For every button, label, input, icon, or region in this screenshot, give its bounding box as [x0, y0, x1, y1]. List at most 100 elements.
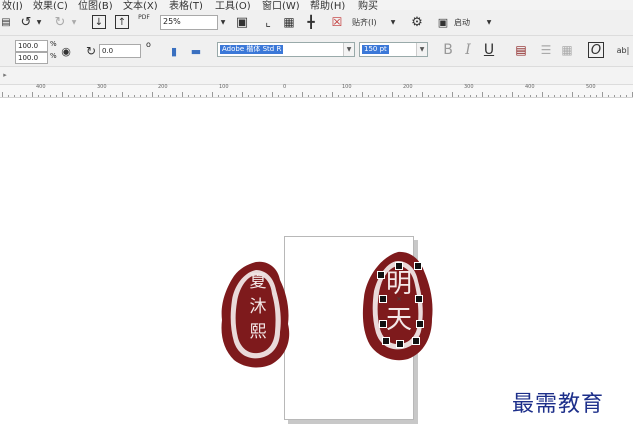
undo-dropdown-icon[interactable]: ▼: [35, 17, 43, 27]
mirror-horizontal-icon[interactable]: ▮: [167, 44, 181, 58]
bold-button[interactable]: B: [441, 42, 455, 58]
selection-handle-mid-right[interactable]: [416, 320, 424, 328]
menu-item-table[interactable]: 表格(T): [169, 0, 203, 10]
ruler-tick: [440, 95, 441, 97]
publish-pdf-icon[interactable]: PDF: [136, 14, 152, 30]
ruler-tick: [278, 95, 279, 97]
opentype-icon[interactable]: O: [588, 42, 604, 58]
ruler-tick: [320, 95, 321, 97]
show-grid-icon[interactable]: ▦: [282, 15, 296, 29]
menu-item-help[interactable]: 帮助(H): [310, 0, 345, 10]
ruler-tick: [410, 95, 411, 97]
zoom-level-field[interactable]: 25%: [160, 15, 218, 30]
ruler-tick: [80, 95, 81, 97]
selection-center-icon[interactable]: ×: [396, 296, 402, 303]
undo-icon[interactable]: ↺: [18, 15, 34, 30]
launch-dropdown-icon[interactable]: ▼: [485, 18, 493, 27]
ruler-label: 200: [158, 84, 168, 90]
open-icon[interactable]: ▤: [1, 16, 11, 28]
ruler-tick: [200, 95, 201, 97]
menu-item-buy[interactable]: 购买: [358, 0, 378, 10]
mirror-vertical-icon[interactable]: ▬: [189, 44, 203, 58]
ruler-tick: [164, 95, 165, 97]
scale-width-value: 100.0: [18, 42, 39, 50]
ruler-tick: [272, 92, 273, 97]
rotation-angle-field[interactable]: 0.0: [99, 44, 141, 58]
launch-button[interactable]: 启动: [454, 16, 484, 29]
selection-handle-bottom[interactable]: [396, 340, 404, 348]
full-screen-icon[interactable]: ▣: [235, 15, 249, 30]
ruler-label: 400: [36, 84, 46, 90]
redo-dropdown-icon[interactable]: ▼: [70, 17, 78, 27]
selection-handle-left[interactable]: [379, 295, 387, 303]
scale-height-field[interactable]: 100.0: [15, 52, 48, 64]
ruler-tick: [290, 95, 291, 97]
ruler-tick: [188, 95, 189, 97]
snap-dropdown-icon[interactable]: ▼: [389, 18, 397, 27]
bullet-list-icon[interactable]: ☰: [539, 42, 553, 58]
ruler-tick: [230, 95, 231, 97]
selection-handle-top-right[interactable]: [414, 262, 422, 270]
selection-handle-bottom-right[interactable]: [412, 337, 420, 345]
menu-item-text[interactable]: 文本(X): [123, 0, 158, 10]
ruler-tick: [68, 95, 69, 97]
ruler-label: 100: [342, 84, 352, 90]
ruler-tick: [302, 92, 303, 97]
ruler-tick: [344, 95, 345, 97]
launch-icon[interactable]: ▣: [436, 15, 450, 29]
ruler-tick: [194, 95, 195, 97]
menu-item-layout[interactable]: 效(J): [2, 0, 23, 10]
ruler-tick: [428, 95, 429, 97]
underline-button[interactable]: U: [482, 42, 496, 58]
ruler-tick: [152, 92, 153, 97]
drop-cap-icon[interactable]: ▦: [560, 42, 574, 58]
font-family-dropdown-icon[interactable]: ▼: [343, 43, 354, 56]
ruler-tick: [170, 95, 171, 97]
ruler-tick: [614, 95, 615, 97]
import-icon[interactable]: ↓: [92, 15, 106, 29]
seal-left-char: 熙: [249, 322, 267, 342]
menu-item-tools[interactable]: 工具(O): [215, 0, 251, 10]
font-size-value: 150 pt: [362, 45, 389, 54]
bold-label: B: [443, 42, 453, 58]
lock-ratio-icon[interactable]: ◉: [60, 44, 72, 58]
seal-left-char: 夏: [249, 272, 267, 292]
zoom-dropdown-icon[interactable]: ▼: [219, 18, 227, 27]
show-rulers-icon[interactable]: ⌞: [261, 15, 275, 29]
font-size-dropdown-icon[interactable]: ▼: [416, 43, 427, 56]
ruler-tick: [56, 95, 57, 97]
font-size-select[interactable]: 150 pt ▼: [359, 42, 428, 57]
redo-icon[interactable]: ↻: [52, 15, 68, 30]
italic-button[interactable]: I: [461, 42, 475, 58]
selection-handle-right[interactable]: [415, 295, 423, 303]
ruler-tick: [254, 95, 255, 97]
rotate-icon[interactable]: ↻: [84, 44, 98, 58]
selection-handle-bottom-left[interactable]: [382, 337, 390, 345]
text-align-icon[interactable]: ▤: [514, 42, 528, 58]
menu-item-effects[interactable]: 效果(C): [33, 0, 68, 10]
ruler-tick: [512, 92, 513, 97]
show-guidelines-icon[interactable]: ╋: [304, 15, 318, 29]
launch-label: 启动: [454, 18, 470, 27]
ruler-tick: [158, 95, 159, 97]
snap-off-icon[interactable]: ☒: [330, 15, 344, 29]
ruler-tick: [458, 95, 459, 97]
menu-item-window[interactable]: 窗口(W): [262, 0, 300, 10]
ruler-tick: [2, 92, 3, 97]
tab-scroll-icon[interactable]: ▸: [0, 70, 10, 80]
options-gear-icon[interactable]: ⚙: [410, 15, 424, 30]
scale-width-field[interactable]: 100.0: [15, 40, 48, 52]
horizontal-ruler[interactable]: 400 300 200 100 0 100 200 300 400 500: [0, 84, 633, 98]
text-frame-button[interactable]: ab|: [613, 43, 633, 57]
ruler-tick: [284, 95, 285, 97]
selection-handle-top[interactable]: [395, 262, 403, 270]
selection-handle-top-left[interactable]: [377, 271, 385, 279]
seal-left-char: 沐: [249, 297, 267, 317]
ruler-tick: [392, 92, 393, 97]
ruler-tick: [314, 95, 315, 97]
selection-handle-mid-left[interactable]: [379, 320, 387, 328]
menu-item-bitmaps[interactable]: 位图(B): [78, 0, 113, 10]
font-family-select[interactable]: Adobe 楷体 Std R ▼: [217, 42, 355, 57]
ruler-tick: [620, 95, 621, 97]
export-icon[interactable]: ↑: [115, 15, 129, 29]
